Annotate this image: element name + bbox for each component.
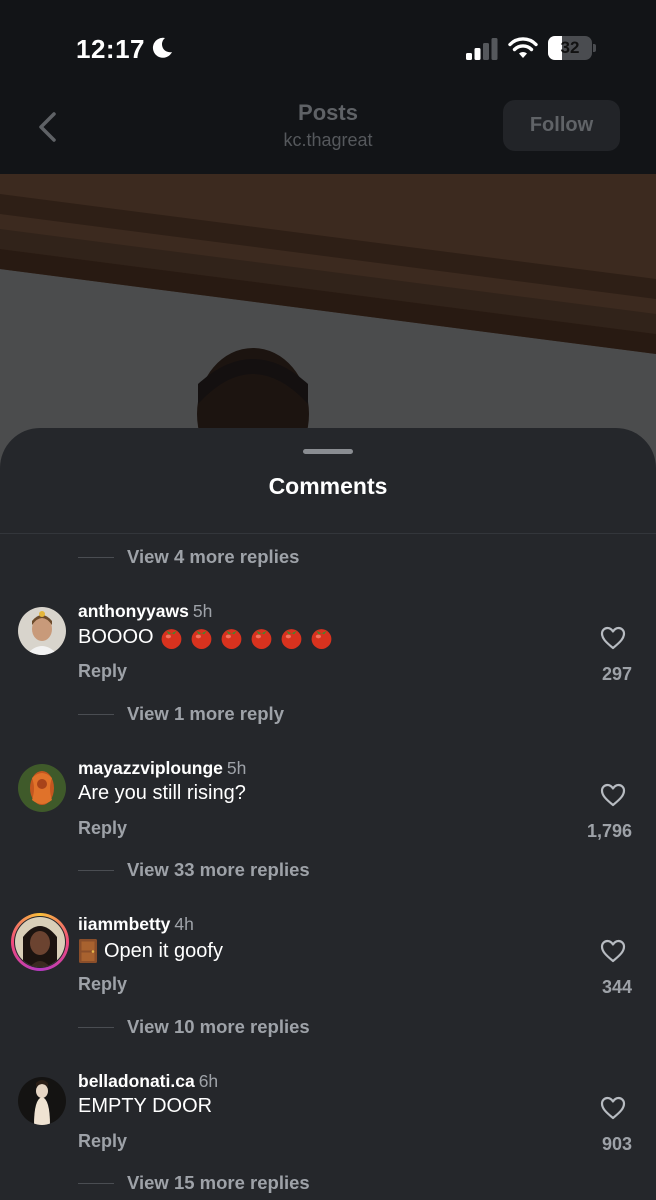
battery-icon: 32 [548,36,596,60]
tomato-emoji [221,629,241,649]
status-time: 12:17 [76,34,145,64]
follow-button[interactable]: Follow [503,100,620,151]
wifi-icon [508,37,538,58]
comment-username[interactable]: belladonati.ca 6h [78,1071,218,1092]
view-more-label: View 1 more reply [127,703,284,724]
avatar[interactable] [15,917,65,967]
view-more-replies[interactable]: View 15 more replies [78,1168,310,1198]
view-more-label: View 33 more replies [127,859,310,880]
tomato-emoji [251,629,271,649]
comment-username[interactable]: iiammbetty 4h [78,914,194,935]
comment-username[interactable]: mayazzviplounge 5h [78,758,246,779]
view-more-label: View 4 more replies [127,546,300,567]
comments-sheet[interactable]: Comments View 4 more replies anthonyyaws… [0,428,656,1200]
heart-icon[interactable] [600,626,626,650]
reply-button[interactable]: Reply [78,974,127,995]
comment-username[interactable]: anthonyyaws 5h [78,601,212,622]
tomato-emoji [281,629,301,649]
view-more-replies[interactable]: View 4 more replies [78,542,299,572]
like-count: 297 [601,664,632,684]
comment-item: iiammbetty 4h Open it goofy Reply 344 [0,913,656,1020]
comment-time: 4h [174,914,194,934]
like-count: 344 [601,977,632,997]
avatar[interactable] [18,607,66,655]
avatar[interactable] [18,1077,66,1125]
view-more-label: View 10 more replies [127,1016,310,1037]
tomato-emoji [311,629,331,649]
comment-time: 5h [192,601,213,621]
reply-button[interactable]: Reply [78,1131,127,1152]
like-count: 1,796 [586,821,632,841]
comment-item: mayazzviplounge 5h Are you still rising? … [0,758,656,864]
story-ring[interactable] [11,913,69,971]
heart-icon[interactable] [600,1096,626,1120]
comment-text: BOOOO [78,625,334,650]
view-more-replies[interactable]: View 33 more replies [78,855,310,885]
comment-time: 6h [198,1071,219,1091]
post-header: Posts kc.thagreat Follow [0,90,656,174]
reply-button[interactable]: Reply [78,818,127,839]
moon-icon [152,37,172,58]
door-emoji [79,939,97,963]
reply-button[interactable]: Reply [78,661,127,682]
avatar[interactable] [18,764,66,812]
comment-item: anthonyyaws 5h BOOOO Reply 297 [0,601,656,707]
sheet-title: Comments [268,473,388,499]
heart-icon[interactable] [600,939,626,963]
comment-text: EMPTY DOOR [78,1095,213,1117]
comment-item: belladonati.ca 6h EMPTY DOOR Reply 903 [0,1071,656,1177]
sheet-grabber[interactable] [303,449,353,454]
view-more-replies[interactable]: View 1 more reply [78,699,284,729]
divider [0,533,656,534]
view-more-label: View 15 more replies [127,1172,310,1193]
tomato-emoji [191,629,211,649]
view-more-replies[interactable]: View 10 more replies [78,1012,310,1042]
comment-time: 5h [226,758,247,778]
status-bar: 12:17 32 [0,0,656,90]
comment-text: Are you still rising? [78,782,246,804]
like-count: 903 [601,1134,632,1154]
signal-icon [466,38,498,60]
comment-text: Open it goofy [78,938,223,964]
heart-icon[interactable] [600,783,626,807]
battery-level: 32 [560,38,580,57]
tomato-emoji [161,629,181,649]
